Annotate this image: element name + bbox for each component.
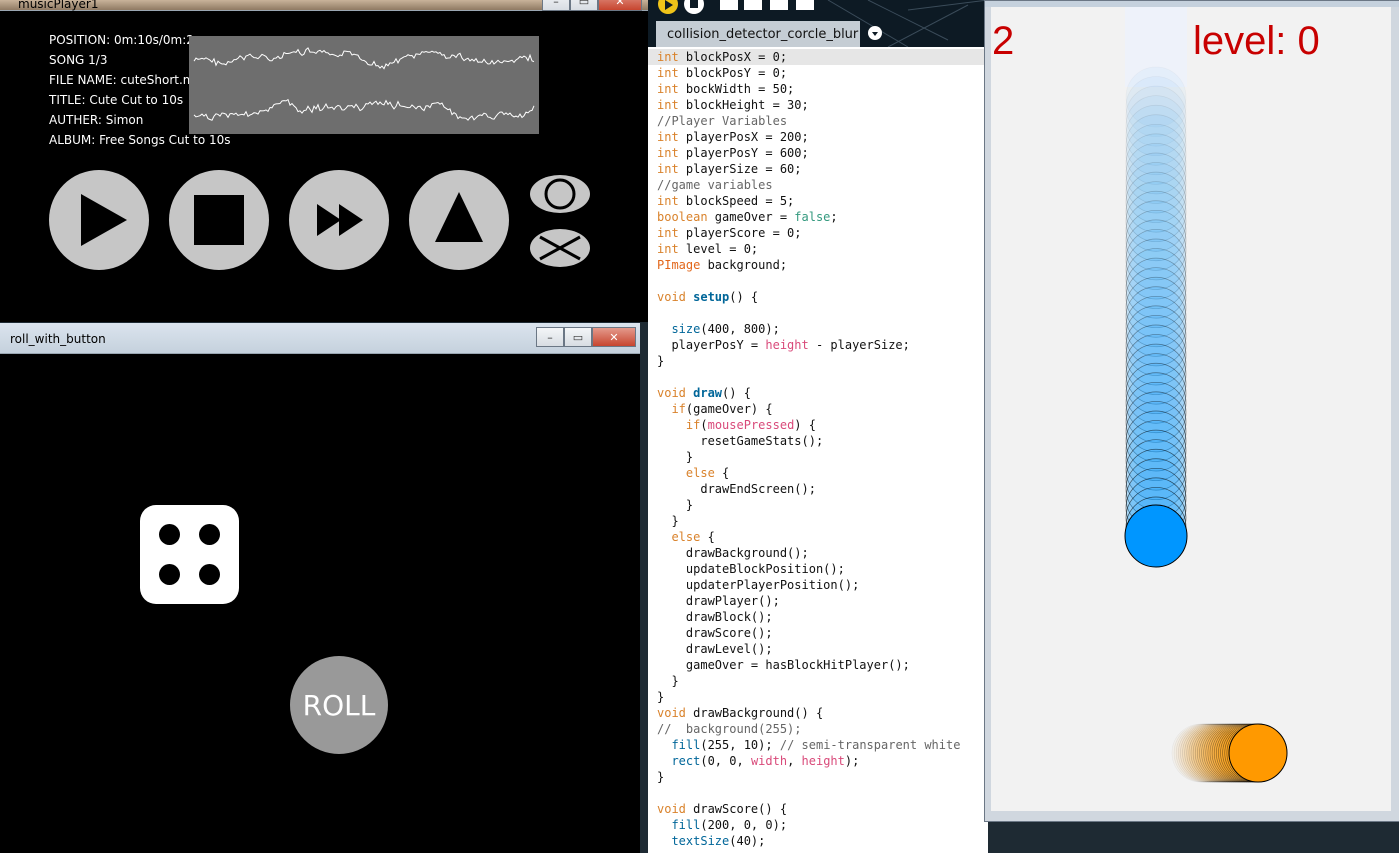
roll-titlebar[interactable]: roll_with_button – ▭ ✕: [0, 323, 640, 354]
code-line: }: [657, 514, 679, 528]
waveform-display: [189, 36, 539, 134]
window-title: roll_with_button: [10, 332, 106, 346]
code-line: }: [657, 690, 665, 704]
code-line: PImage background;: [657, 258, 788, 272]
code-line: void draw() {: [657, 386, 751, 400]
die-pip: [199, 524, 220, 545]
code-line: }: [657, 498, 694, 512]
maximize-button[interactable]: ▭: [570, 0, 598, 11]
code-line: resetGameStats();: [657, 434, 824, 448]
eject-button[interactable]: [409, 170, 509, 270]
code-line: gameOver = hasBlockHitPlayer();: [657, 658, 910, 672]
title-text: TITLE: Cute Cut to 10s: [49, 93, 184, 107]
code-line: //game variables: [657, 178, 773, 192]
shuffle-button[interactable]: [530, 229, 590, 267]
code-line: //Player Variables: [657, 114, 788, 128]
cross-icon: [539, 235, 581, 261]
score-text: 2: [992, 19, 1015, 63]
code-line: if(gameOver) {: [671, 402, 773, 416]
stop-icon: [194, 195, 244, 245]
code-line: int playerSize = 60;: [657, 162, 802, 176]
code-line: else {: [671, 530, 715, 544]
code-line: drawScore();: [657, 626, 773, 640]
song-text: SONG 1/3: [49, 53, 108, 67]
code-line: rect(0, 0, width, height);: [671, 754, 860, 768]
minimize-button[interactable]: –: [536, 327, 564, 347]
game-drawing: [1124, 7, 1288, 783]
code-line: int level = 0;: [657, 242, 759, 256]
code-line: drawEndScreen();: [657, 482, 816, 496]
roll-label: ROLL: [302, 688, 376, 722]
position-text: POSITION: 0m:10s/0m:2: [49, 33, 194, 47]
code-line: }: [657, 354, 665, 368]
code-line: int blockPosX = 0;: [657, 50, 788, 64]
die-pip: [159, 564, 180, 585]
fast-forward-icon: [317, 204, 363, 236]
code-line: }: [657, 770, 665, 784]
code-line: // background(255);: [657, 722, 802, 736]
code-line: size(400, 800);: [671, 322, 780, 336]
auther-text: AUTHER: Simon: [49, 113, 144, 127]
fast-forward-button[interactable]: [289, 170, 389, 270]
block-ball: [1228, 723, 1288, 783]
ide-window: collision_detector_corcle_blur int block…: [648, 0, 988, 853]
code-line: fill(200, 0, 0);: [671, 818, 788, 832]
close-button[interactable]: ✕: [592, 327, 636, 347]
play-icon: [81, 194, 127, 246]
maximize-button[interactable]: ▭: [564, 327, 592, 347]
close-button[interactable]: ✕: [598, 0, 642, 11]
code-line: playerPosY = height - playerSize;: [657, 338, 910, 352]
circle-icon: [544, 178, 576, 210]
play-button[interactable]: [49, 170, 149, 270]
code-line: updaterPlayerPosition();: [657, 578, 860, 592]
code-line: else {: [685, 466, 730, 480]
code-line: int playerPosX = 200;: [657, 130, 809, 144]
code-line: drawBackground();: [657, 546, 809, 560]
code-line: int blockSpeed = 5;: [657, 194, 795, 208]
music-player-window: musicPlayer1 – ▭ ✕ POSITION: 0m:10s/0m:2…: [0, 0, 648, 322]
code-line: textSize(40);: [671, 834, 766, 848]
die-pip: [199, 564, 220, 585]
game-window: 2 level: 0: [984, 0, 1399, 822]
code-line: updateBlockPosition();: [657, 562, 845, 576]
stop-button[interactable]: [169, 170, 269, 270]
music-player-titlebar[interactable]: musicPlayer1 – ▭ ✕: [0, 0, 648, 11]
code-line: fill(255, 10); // semi-transparent white: [671, 738, 961, 752]
file-name-text: FILE NAME: cuteShort.mp: [49, 73, 203, 87]
minimize-button[interactable]: –: [542, 0, 570, 11]
code-line: int blockPosY = 0;: [657, 66, 788, 80]
level-text: level: 0: [1193, 19, 1320, 63]
code-line: void drawScore() {: [657, 802, 788, 816]
window-title: musicPlayer1: [18, 0, 99, 11]
die-pip: [159, 524, 180, 545]
code-editor[interactable]: int blockPosX = 0; int blockPosY = 0; int …: [648, 0, 988, 853]
code-line: }: [657, 450, 694, 464]
roll-window: roll_with_button – ▭ ✕ ROLL: [0, 323, 640, 853]
code-line: drawPlayer();: [657, 594, 780, 608]
code-line: }: [657, 674, 679, 688]
code-line: if(mousePressed) {: [685, 418, 816, 432]
album-text: ALBUM: Free Songs Cut to 10s: [49, 133, 231, 147]
loop-button[interactable]: [530, 175, 590, 213]
code-line: void drawBackground() {: [657, 706, 824, 720]
player-ball: [1124, 504, 1188, 568]
code-line: boolean gameOver = false;: [657, 210, 838, 224]
code-line: int blockHeight = 30;: [657, 98, 809, 112]
game-canvas[interactable]: 2 level: 0: [991, 7, 1391, 811]
code-line: drawBlock();: [657, 610, 773, 624]
roll-button[interactable]: ROLL: [290, 656, 388, 754]
code-line: void setup() {: [657, 290, 759, 304]
code-line: int playerScore = 0;: [657, 226, 802, 240]
code-line: drawLevel();: [657, 642, 773, 656]
eject-icon: [435, 192, 483, 242]
die: [140, 505, 239, 604]
code-line: int bockWidth = 50;: [657, 82, 795, 96]
code-line: int playerPosY = 600;: [657, 146, 809, 160]
